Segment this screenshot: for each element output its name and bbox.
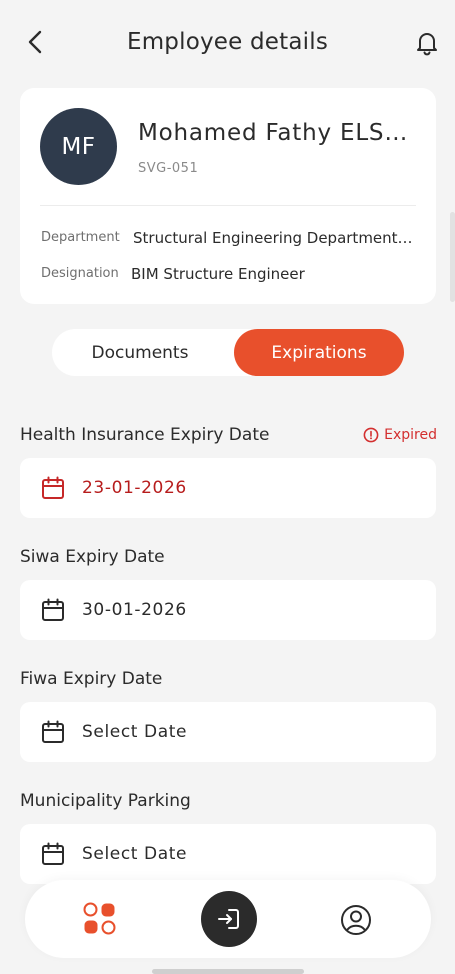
bell-icon [417,33,437,56]
municipality-parking-date-value: Select Date [82,844,188,864]
department-value: Structural Engineering Department - BIM [133,229,416,247]
expired-status-text: Expired [384,427,437,443]
tab-documents[interactable]: Documents [52,329,228,376]
check-in-button[interactable] [201,891,257,947]
avatar: MF [40,108,117,185]
notifications-button[interactable] [412,28,442,58]
expired-status-badge: Expired [363,427,437,443]
calendar-icon [42,598,64,621]
calendar-icon [42,720,64,743]
siwa-expiry-date-value: 30-01-2026 [82,600,187,620]
card-divider [40,205,416,206]
user-circle-icon [341,905,371,935]
tab-switcher: Documents Expirations [52,329,404,376]
tab-expirations[interactable]: Expirations [234,329,404,376]
siwa-expiry-label: Siwa Expiry Date [20,547,165,567]
fiwa-expiry-label: Fiwa Expiry Date [20,669,163,689]
employee-profile-card: MF Mohamed Fathy ELSayed SVG-051 Departm… [20,88,436,304]
designation-value: BIM Structure Engineer [131,265,305,283]
designation-label: Designation [41,266,119,281]
fiwa-expiry-date-field[interactable]: Select Date [20,702,436,762]
employee-code: SVG-051 [138,161,199,176]
health-insurance-date-field[interactable]: 23-01-2026 [20,458,436,518]
calendar-icon [42,842,64,865]
login-icon [218,909,239,929]
page-title: Employee details [126,29,329,55]
home-indicator [152,969,304,974]
municipality-parking-date-field[interactable]: Select Date [20,824,436,884]
health-insurance-date-value: 23-01-2026 [82,478,187,498]
app-header: Employee details [0,0,455,86]
department-label: Department [41,230,120,245]
calendar-icon [42,476,64,499]
health-insurance-label: Health Insurance Expiry Date [20,425,270,445]
fiwa-expiry-date-value: Select Date [82,722,188,742]
bottom-navigation [25,880,431,958]
employee-name: Mohamed Fathy ELSayed [138,120,420,146]
siwa-expiry-date-field[interactable]: 30-01-2026 [20,580,436,640]
apps-grid-icon [83,902,116,935]
municipality-parking-label: Municipality Parking [20,791,191,811]
nav-home-button[interactable] [83,902,117,936]
nav-profile-button[interactable] [340,904,372,936]
scrollbar[interactable] [450,212,455,302]
alert-circle-icon [363,427,379,443]
